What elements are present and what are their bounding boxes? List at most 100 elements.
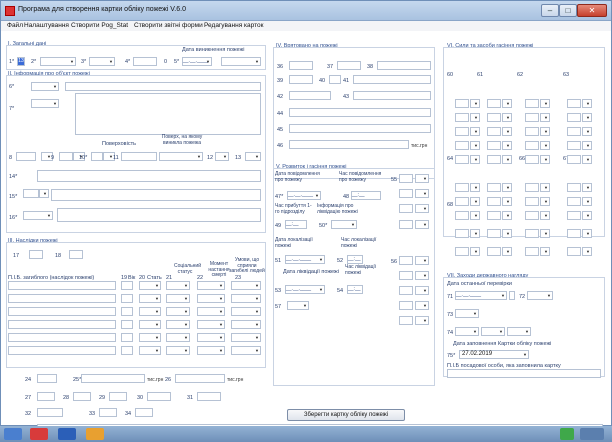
table-row-moment[interactable] xyxy=(197,307,225,316)
force-dropdown[interactable] xyxy=(502,113,512,122)
field-56c-dropdown[interactable] xyxy=(415,286,429,295)
table-row-sex[interactable] xyxy=(139,333,161,342)
force-dropdown[interactable] xyxy=(470,127,480,136)
table-row-age[interactable] xyxy=(121,281,133,290)
field-74c-dropdown[interactable] xyxy=(507,327,531,336)
force-field[interactable] xyxy=(487,183,501,192)
force-field[interactable] xyxy=(567,211,581,220)
menu-edit-cards[interactable]: Редагування карток xyxy=(204,22,264,29)
table-row-moment[interactable] xyxy=(197,294,225,303)
field-6-dropdown[interactable] xyxy=(31,82,59,91)
force-field[interactable] xyxy=(567,99,581,108)
field-55d[interactable] xyxy=(399,220,413,229)
field-37[interactable] xyxy=(337,61,361,70)
card-fill-date-input[interactable]: 27.02.2019 xyxy=(459,350,529,359)
table-row-age[interactable] xyxy=(121,294,133,303)
table-row-social[interactable] xyxy=(166,294,190,303)
field-56b[interactable] xyxy=(399,271,413,280)
force-field[interactable] xyxy=(455,183,469,192)
field-32[interactable] xyxy=(37,408,63,417)
field-9[interactable] xyxy=(59,152,73,161)
table-row-conditions[interactable] xyxy=(231,320,261,329)
force-field[interactable] xyxy=(487,197,501,206)
force-field[interactable] xyxy=(455,141,469,150)
force-dropdown[interactable] xyxy=(470,155,480,164)
field-11[interactable] xyxy=(121,152,157,161)
force-field[interactable] xyxy=(487,211,501,220)
field-55b-dropdown[interactable] xyxy=(415,189,429,198)
field-36[interactable] xyxy=(289,61,313,70)
table-row-social[interactable] xyxy=(166,333,190,342)
force-dropdown[interactable] xyxy=(502,247,512,256)
force-dropdown[interactable] xyxy=(540,127,550,136)
field-43[interactable] xyxy=(353,91,431,100)
force-field[interactable] xyxy=(455,247,469,256)
field-50-dropdown[interactable] xyxy=(331,220,357,229)
force-dropdown[interactable] xyxy=(502,155,512,164)
field-55c-dropdown[interactable] xyxy=(415,204,429,213)
field-56d[interactable] xyxy=(399,301,413,310)
field-46[interactable] xyxy=(289,140,409,149)
field-45[interactable] xyxy=(289,124,431,133)
force-field[interactable] xyxy=(525,183,539,192)
field-72-dropdown[interactable] xyxy=(527,291,553,300)
force-dropdown[interactable] xyxy=(502,99,512,108)
localization-time-input[interactable]: __:__ xyxy=(347,255,363,264)
table-row-sex[interactable] xyxy=(139,294,161,303)
force-field[interactable] xyxy=(455,197,469,206)
force-field[interactable] xyxy=(487,113,501,122)
field-73-dropdown[interactable] xyxy=(455,309,479,318)
table-row-moment[interactable] xyxy=(197,333,225,342)
fire-date-input[interactable]: __.__.____ xyxy=(182,57,212,66)
field-33[interactable] xyxy=(99,408,117,417)
field-56c[interactable] xyxy=(399,286,413,295)
arrival-time-input[interactable]: __:__ xyxy=(285,220,307,229)
word-icon[interactable] xyxy=(58,428,76,440)
field-2-dropdown[interactable] xyxy=(40,57,76,66)
field-5b-dropdown[interactable] xyxy=(221,57,261,66)
force-dropdown[interactable] xyxy=(540,211,550,220)
table-row-sex[interactable] xyxy=(139,320,161,329)
field-41[interactable] xyxy=(353,75,431,84)
force-dropdown[interactable] xyxy=(502,211,512,220)
table-row-name[interactable] xyxy=(8,346,116,355)
force-field[interactable] xyxy=(487,99,501,108)
table-row-name[interactable] xyxy=(8,294,116,303)
force-field[interactable] xyxy=(455,113,469,122)
force-field[interactable] xyxy=(567,229,581,238)
table-row-sex[interactable] xyxy=(139,281,161,290)
force-field[interactable] xyxy=(525,141,539,150)
force-field[interactable] xyxy=(487,247,501,256)
field-14[interactable] xyxy=(37,170,261,182)
table-row-conditions[interactable] xyxy=(231,346,261,355)
force-field[interactable] xyxy=(525,247,539,256)
force-field[interactable] xyxy=(567,197,581,206)
report-time-input[interactable]: __:__ xyxy=(351,191,381,200)
localization-date-input[interactable]: __.__.____ xyxy=(285,255,325,264)
force-dropdown[interactable] xyxy=(540,183,550,192)
table-row-sex[interactable] xyxy=(139,307,161,316)
field-4[interactable] xyxy=(133,57,157,66)
table-row-age[interactable] xyxy=(121,307,133,316)
table-row-name[interactable] xyxy=(8,307,116,316)
force-field[interactable] xyxy=(567,155,581,164)
force-dropdown[interactable] xyxy=(470,247,480,256)
last-check-date-input[interactable]: __.__.____ xyxy=(455,291,507,300)
field-25[interactable] xyxy=(81,374,145,383)
force-field[interactable] xyxy=(487,141,501,150)
field-39[interactable] xyxy=(289,75,313,84)
field-15-dropdown[interactable] xyxy=(39,189,49,198)
force-dropdown[interactable] xyxy=(582,155,592,164)
force-dropdown[interactable] xyxy=(540,197,550,206)
force-dropdown[interactable] xyxy=(470,211,480,220)
table-row-conditions[interactable] xyxy=(231,333,261,342)
table-row-name[interactable] xyxy=(8,320,116,329)
force-field[interactable] xyxy=(567,127,581,136)
field-3-dropdown[interactable] xyxy=(89,57,115,66)
field-55c[interactable] xyxy=(399,204,413,213)
force-dropdown[interactable] xyxy=(540,113,550,122)
table-row-moment[interactable] xyxy=(197,320,225,329)
field-34[interactable] xyxy=(135,408,153,417)
field-7-text[interactable] xyxy=(75,93,261,135)
field-7-dropdown[interactable] xyxy=(31,99,59,108)
